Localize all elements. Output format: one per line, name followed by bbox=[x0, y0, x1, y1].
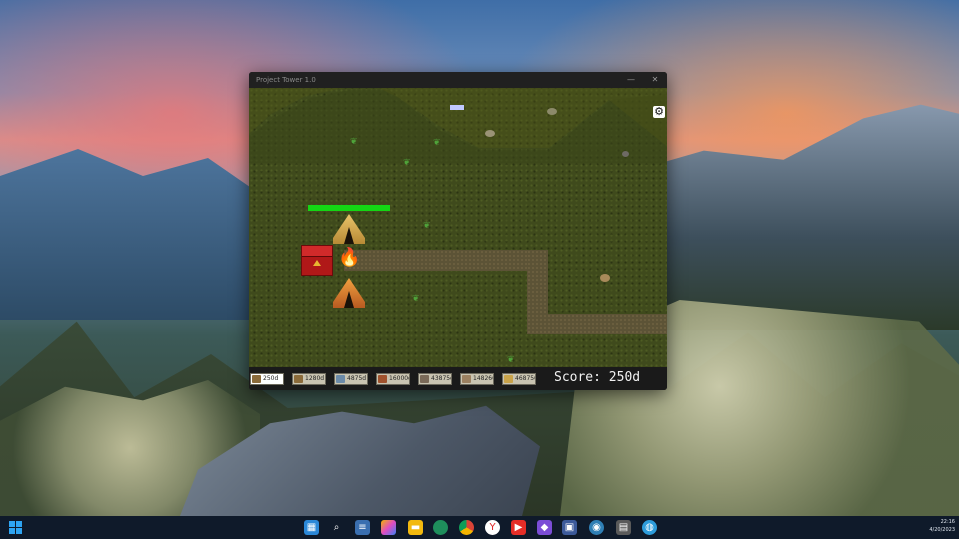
minimize-button[interactable]: — bbox=[623, 72, 639, 88]
unit-shop-bar: 250d 1280d 4875d 16000d 43875d 148266d 4… bbox=[249, 367, 667, 390]
enemy-path-segment bbox=[527, 314, 667, 334]
shop-item-price: 250d bbox=[263, 375, 279, 382]
dragon-icon bbox=[504, 375, 513, 383]
settings-button[interactable]: ⚙ bbox=[653, 105, 665, 118]
files-icon[interactable]: ▬ bbox=[408, 520, 423, 535]
clock-date: 4/20/2023 bbox=[929, 527, 955, 533]
shop-item-price: 468750 bbox=[515, 375, 536, 382]
fire-icon: 🔥 bbox=[338, 247, 361, 268]
grass-tuft-icon: ❦ bbox=[423, 221, 431, 231]
grass-tuft-icon: ❦ bbox=[403, 158, 411, 168]
shop-item-soldier[interactable]: 250d bbox=[250, 373, 284, 385]
shop-item-wizard[interactable]: 4875d bbox=[334, 373, 368, 385]
rock-icon bbox=[547, 108, 557, 115]
spawn-marker bbox=[450, 105, 464, 110]
grass-tuft-icon: ❦ bbox=[433, 138, 441, 148]
shop-item-price: 148266d bbox=[473, 375, 493, 382]
window-titlebar[interactable]: Project Tower 1.0 — ✕ bbox=[249, 72, 667, 88]
close-button[interactable]: ✕ bbox=[647, 72, 663, 88]
treasure-chest-base[interactable] bbox=[301, 245, 333, 276]
youtube-icon[interactable]: ▶ bbox=[511, 520, 526, 535]
shop-item-catapult[interactable]: 148266d bbox=[460, 373, 494, 385]
chrome-icon[interactable] bbox=[459, 520, 474, 535]
grass-tuft-icon: ❦ bbox=[412, 294, 420, 304]
shop-item-knight[interactable]: 16000d bbox=[376, 373, 410, 385]
start-icon[interactable] bbox=[9, 521, 22, 534]
edge-icon[interactable] bbox=[433, 520, 448, 535]
visual-studio-icon[interactable]: ◆ bbox=[537, 520, 552, 535]
grass-tuft-icon: ❦ bbox=[350, 137, 358, 147]
save-icon[interactable]: ▣ bbox=[562, 520, 577, 535]
tower-icon bbox=[420, 375, 429, 383]
shop-item-price: 16000d bbox=[389, 375, 410, 382]
widgets-icon[interactable]: ▦ bbox=[304, 520, 319, 535]
window-title: Project Tower 1.0 bbox=[256, 76, 316, 84]
game-canvas[interactable]: ⚙ 🔥 ❦ ❦ ❦ ❦ ❦ ❦ bbox=[249, 88, 667, 367]
enemy-path-segment bbox=[344, 250, 548, 271]
score-label: Score: bbox=[554, 370, 601, 385]
yandex-icon[interactable]: Y bbox=[485, 520, 500, 535]
soldier-icon bbox=[252, 375, 261, 383]
knight-icon bbox=[378, 375, 387, 383]
catapult-icon bbox=[462, 375, 471, 383]
shop-item-dragon[interactable]: 468750 bbox=[502, 373, 536, 385]
rock-icon bbox=[622, 151, 629, 157]
tower-tent[interactable] bbox=[333, 214, 365, 244]
copilot-icon[interactable] bbox=[381, 520, 396, 535]
shop-item-archer[interactable]: 1280d bbox=[292, 373, 326, 385]
search-icon[interactable]: ⌕ bbox=[329, 520, 344, 535]
score-value: 250d bbox=[608, 370, 641, 385]
base-health-bar bbox=[308, 205, 390, 211]
notepad-icon[interactable]: ≡ bbox=[355, 520, 370, 535]
mushroom-icon bbox=[600, 274, 610, 282]
shop-item-tower[interactable]: 43875d bbox=[418, 373, 452, 385]
wizard-icon bbox=[336, 375, 345, 383]
game-window[interactable]: Project Tower 1.0 — ✕ ⚙ 🔥 ❦ ❦ ❦ ❦ ❦ ❦ 25… bbox=[249, 72, 667, 390]
browser-icon[interactable]: ◍ bbox=[642, 520, 657, 535]
rock-icon bbox=[485, 130, 495, 137]
gear-icon: ⚙ bbox=[654, 105, 664, 118]
chest-emblem-icon bbox=[313, 260, 321, 266]
taskbar: ▦ ⌕ ≡ ▬ Y ▶ ◆ ▣ ◉ ▤ ◍ 22:16 4/20/2023 bbox=[0, 516, 959, 539]
game-icon[interactable]: ▤ bbox=[616, 520, 631, 535]
shop-item-price: 1280d bbox=[305, 375, 325, 382]
shop-item-price: 4875d bbox=[347, 375, 367, 382]
shop-item-price: 43875d bbox=[431, 375, 452, 382]
clock-time: 22:16 bbox=[940, 519, 955, 525]
taskbar-clock[interactable]: 22:16 4/20/2023 bbox=[925, 518, 955, 534]
archer-icon bbox=[294, 375, 303, 383]
globe-icon[interactable]: ◉ bbox=[589, 520, 604, 535]
grass-tuft-icon: ❦ bbox=[507, 355, 515, 365]
score-display: Score: 250d bbox=[554, 370, 640, 386]
tower-tent[interactable] bbox=[333, 278, 365, 308]
chest-lid bbox=[302, 246, 332, 257]
